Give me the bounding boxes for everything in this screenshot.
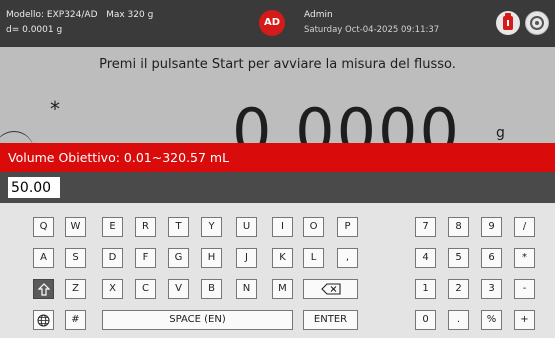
globe-icon xyxy=(37,314,50,327)
key-6[interactable]: 6 xyxy=(481,248,502,268)
key-u[interactable]: U xyxy=(236,217,257,237)
language-key[interactable] xyxy=(33,310,54,330)
key-n[interactable]: N xyxy=(236,279,257,299)
model-label: Modello: EXP324/AD xyxy=(6,10,98,20)
key-3[interactable]: 3 xyxy=(481,279,502,299)
key-multiply[interactable]: * xyxy=(514,248,535,268)
key-h[interactable]: H xyxy=(201,248,222,268)
weighing-display: Premi il pulsante Start per avviare la m… xyxy=(0,47,555,143)
key-percent[interactable]: % xyxy=(481,310,502,330)
key-2[interactable]: 2 xyxy=(448,279,469,299)
target-icon[interactable] xyxy=(525,11,549,35)
key-v[interactable]: V xyxy=(168,279,189,299)
key-plus[interactable]: + xyxy=(514,310,535,330)
instruction-text: Premi il pulsante Start per avviare la m… xyxy=(99,57,456,72)
key-a[interactable]: A xyxy=(33,248,54,268)
status-bar: Modello: EXP324/AD Max 320 g d= 0.0001 g… xyxy=(0,0,555,47)
key-i[interactable]: I xyxy=(272,217,293,237)
key-q[interactable]: Q xyxy=(33,217,54,237)
key-c[interactable]: C xyxy=(135,279,156,299)
stability-indicator: * xyxy=(50,97,60,121)
target-volume-input[interactable] xyxy=(8,177,60,198)
key-t[interactable]: T xyxy=(168,217,189,237)
shift-key[interactable] xyxy=(33,279,54,299)
key-z[interactable]: Z xyxy=(65,279,86,299)
key-9[interactable]: 9 xyxy=(481,217,502,237)
instrument-info: Modello: EXP324/AD Max 320 g d= 0.0001 g xyxy=(6,8,153,38)
key-y[interactable]: Y xyxy=(201,217,222,237)
key-m[interactable]: M xyxy=(272,279,293,299)
input-row xyxy=(0,172,555,203)
user-name: Admin xyxy=(304,10,333,20)
key-f[interactable]: F xyxy=(135,248,156,268)
max-capacity-label: Max 320 g xyxy=(106,10,154,20)
backspace-icon xyxy=(320,283,341,295)
target-volume-label: Volume Obiettivo: 0.01~320.57 mL xyxy=(0,143,555,172)
key-comma[interactable]: , xyxy=(337,248,358,268)
key-1[interactable]: 1 xyxy=(415,279,436,299)
key-j[interactable]: J xyxy=(236,248,257,268)
key-w[interactable]: W xyxy=(65,217,86,237)
enter-key[interactable]: ENTER xyxy=(303,310,358,330)
key-5[interactable]: 5 xyxy=(448,248,469,268)
key-d[interactable]: D xyxy=(102,248,123,268)
key-dot[interactable]: . xyxy=(448,310,469,330)
user-info: Admin Saturday Oct-04-2025 09:11:37 xyxy=(304,8,439,38)
key-r[interactable]: R xyxy=(135,217,156,237)
key-x[interactable]: X xyxy=(102,279,123,299)
resolution-label: d= 0.0001 g xyxy=(6,25,63,35)
key-4[interactable]: 4 xyxy=(415,248,436,268)
key-k[interactable]: K xyxy=(272,248,293,268)
key-s[interactable]: S xyxy=(65,248,86,268)
weight-readout: 0.0000 xyxy=(232,95,461,144)
key-b[interactable]: B xyxy=(201,279,222,299)
key-7[interactable]: 7 xyxy=(415,217,436,237)
key-minus[interactable]: - xyxy=(514,279,535,299)
display-arc-decoration xyxy=(0,131,34,143)
key-p[interactable]: P xyxy=(337,217,358,237)
key-e[interactable]: E xyxy=(102,217,123,237)
key-l[interactable]: L xyxy=(303,248,324,268)
user-avatar[interactable]: AD xyxy=(259,10,285,36)
usb-drive-icon[interactable] xyxy=(496,11,520,35)
datetime: Saturday Oct-04-2025 09:11:37 xyxy=(304,25,440,35)
key-hash[interactable]: # xyxy=(65,310,86,330)
key-divide[interactable]: / xyxy=(514,217,535,237)
key-g[interactable]: G xyxy=(168,248,189,268)
shift-icon xyxy=(37,283,50,296)
key-8[interactable]: 8 xyxy=(448,217,469,237)
backspace-key[interactable] xyxy=(303,279,358,299)
key-o[interactable]: O xyxy=(303,217,324,237)
weight-unit: g xyxy=(496,125,505,141)
space-key[interactable]: SPACE (EN) xyxy=(102,310,293,330)
on-screen-keyboard: Q W E R T Y U I O P A S D F G H J K L , … xyxy=(0,203,555,338)
key-0[interactable]: 0 xyxy=(415,310,436,330)
